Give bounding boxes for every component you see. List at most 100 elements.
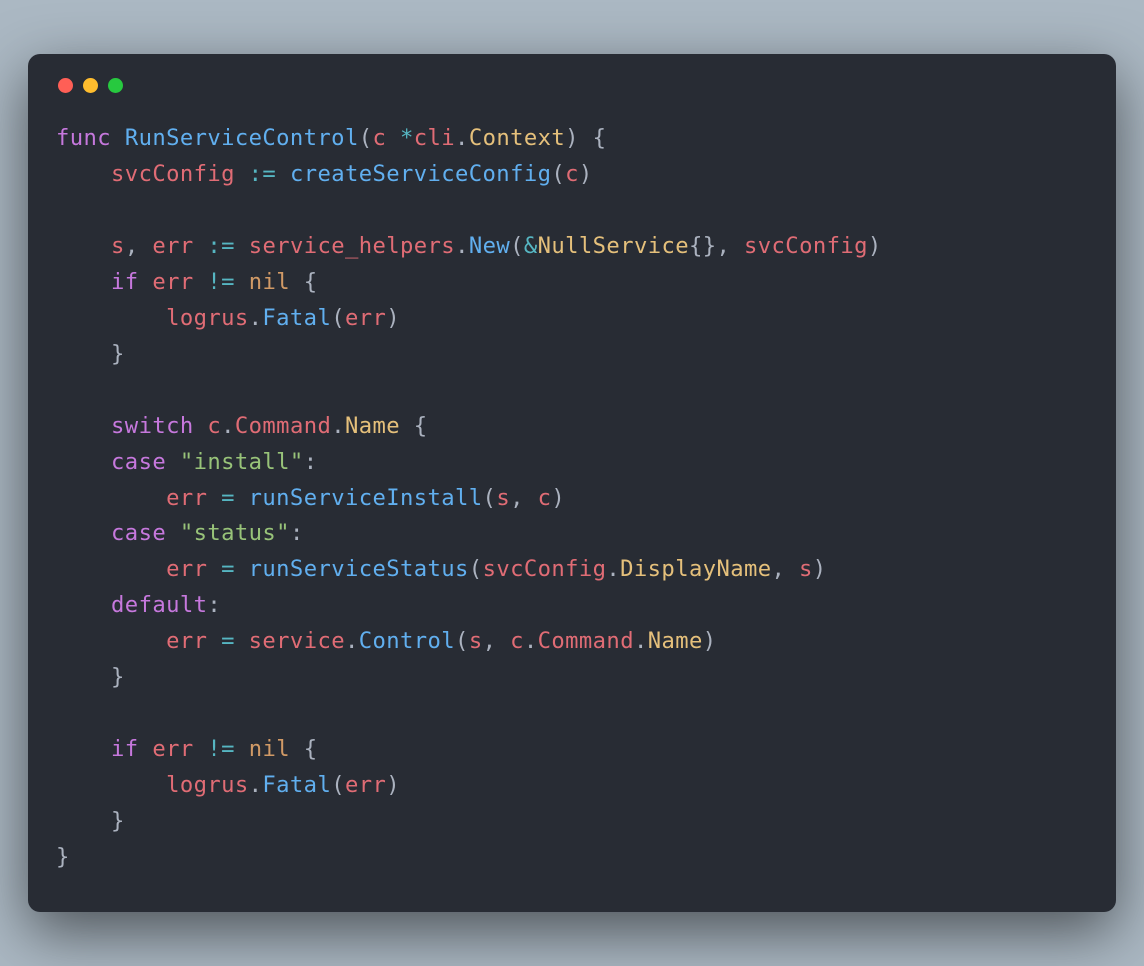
code-token: err — [152, 736, 193, 762]
code-token: Name — [648, 628, 703, 654]
code-token: case — [111, 520, 166, 546]
code-token: s — [111, 233, 125, 259]
code-token: Name — [345, 413, 400, 439]
code-token: func — [56, 125, 111, 151]
code-token — [194, 736, 208, 762]
code-token: != — [207, 269, 235, 295]
code-token: { — [400, 413, 428, 439]
code-token: logrus — [166, 772, 249, 798]
code-token: New — [469, 233, 510, 259]
code-token: . — [221, 413, 235, 439]
code-token: } — [56, 341, 125, 367]
code-token: . — [249, 305, 263, 331]
code-token: RunServiceControl — [125, 125, 359, 151]
code-token: ( — [359, 125, 373, 151]
code-token — [139, 269, 153, 295]
code-token — [56, 305, 166, 331]
code-token: "status" — [180, 520, 290, 546]
code-token: Context — [469, 125, 565, 151]
code-token: . — [331, 413, 345, 439]
window-controls — [58, 78, 1088, 93]
code-token: createServiceConfig — [290, 161, 551, 187]
code-token: Fatal — [262, 305, 331, 331]
code-token: ) — [868, 233, 882, 259]
code-token: ( — [551, 161, 565, 187]
code-token: s — [496, 485, 510, 511]
code-token: ( — [469, 556, 483, 582]
code-token: := — [249, 161, 277, 187]
close-icon[interactable] — [58, 78, 73, 93]
code-token: , — [483, 628, 511, 654]
code-token: {}, — [689, 233, 744, 259]
code-token — [166, 520, 180, 546]
code-token: * — [400, 125, 414, 151]
maximize-icon[interactable] — [108, 78, 123, 93]
code-token: c — [207, 413, 221, 439]
code-token — [207, 485, 221, 511]
code-token: c — [510, 628, 524, 654]
code-token: = — [221, 485, 235, 511]
code-token: err — [152, 233, 193, 259]
code-token: ) — [579, 161, 593, 187]
code-token: err — [166, 556, 207, 582]
code-token — [194, 413, 208, 439]
code-token: := — [207, 233, 235, 259]
code-token: Control — [359, 628, 455, 654]
code-token: DisplayName — [620, 556, 771, 582]
minimize-icon[interactable] — [83, 78, 98, 93]
code-token: service — [249, 628, 345, 654]
code-token: : — [207, 592, 221, 618]
code-token — [207, 556, 221, 582]
code-token — [56, 233, 111, 259]
code-token: ( — [331, 772, 345, 798]
code-token: { — [290, 736, 318, 762]
code-token: ) — [386, 772, 400, 798]
code-token: , — [510, 485, 538, 511]
code-token: if — [111, 269, 139, 295]
code-token: c — [565, 161, 579, 187]
code-token: . — [524, 628, 538, 654]
code-token: . — [345, 628, 359, 654]
code-token: Command — [538, 628, 634, 654]
code-token: ) — [813, 556, 827, 582]
code-token: switch — [111, 413, 194, 439]
code-token: = — [221, 556, 235, 582]
code-token: nil — [249, 269, 290, 295]
code-token — [56, 269, 111, 295]
code-token: & — [524, 233, 538, 259]
code-token: ( — [483, 485, 497, 511]
code-token: ) — [551, 485, 565, 511]
code-token: c — [372, 125, 386, 151]
code-token: ) { — [565, 125, 606, 151]
code-token: case — [111, 449, 166, 475]
code-token: service_helpers — [249, 233, 455, 259]
code-token — [235, 556, 249, 582]
code-token: err — [345, 305, 386, 331]
code-token — [235, 233, 249, 259]
code-token — [56, 772, 166, 798]
code-token: = — [221, 628, 235, 654]
code-token: ( — [331, 305, 345, 331]
code-token: runServiceStatus — [249, 556, 469, 582]
code-token: : — [304, 449, 318, 475]
code-token: err — [152, 269, 193, 295]
code-window: func RunServiceControl(c *cli.Context) {… — [28, 54, 1116, 912]
code-token: . — [249, 772, 263, 798]
code-token: : — [290, 520, 304, 546]
code-token — [56, 556, 166, 582]
code-token: . — [455, 233, 469, 259]
code-token — [139, 736, 153, 762]
code-token — [386, 125, 400, 151]
code-token: ( — [510, 233, 524, 259]
code-token: , — [772, 556, 800, 582]
code-token: ( — [455, 628, 469, 654]
code-block: func RunServiceControl(c *cli.Context) {… — [56, 121, 1088, 876]
code-token: s — [469, 628, 483, 654]
code-token — [56, 592, 111, 618]
code-token: . — [455, 125, 469, 151]
code-token: Command — [235, 413, 331, 439]
code-token — [56, 520, 111, 546]
code-token: if — [111, 736, 139, 762]
code-token — [56, 161, 111, 187]
code-token: != — [207, 736, 235, 762]
